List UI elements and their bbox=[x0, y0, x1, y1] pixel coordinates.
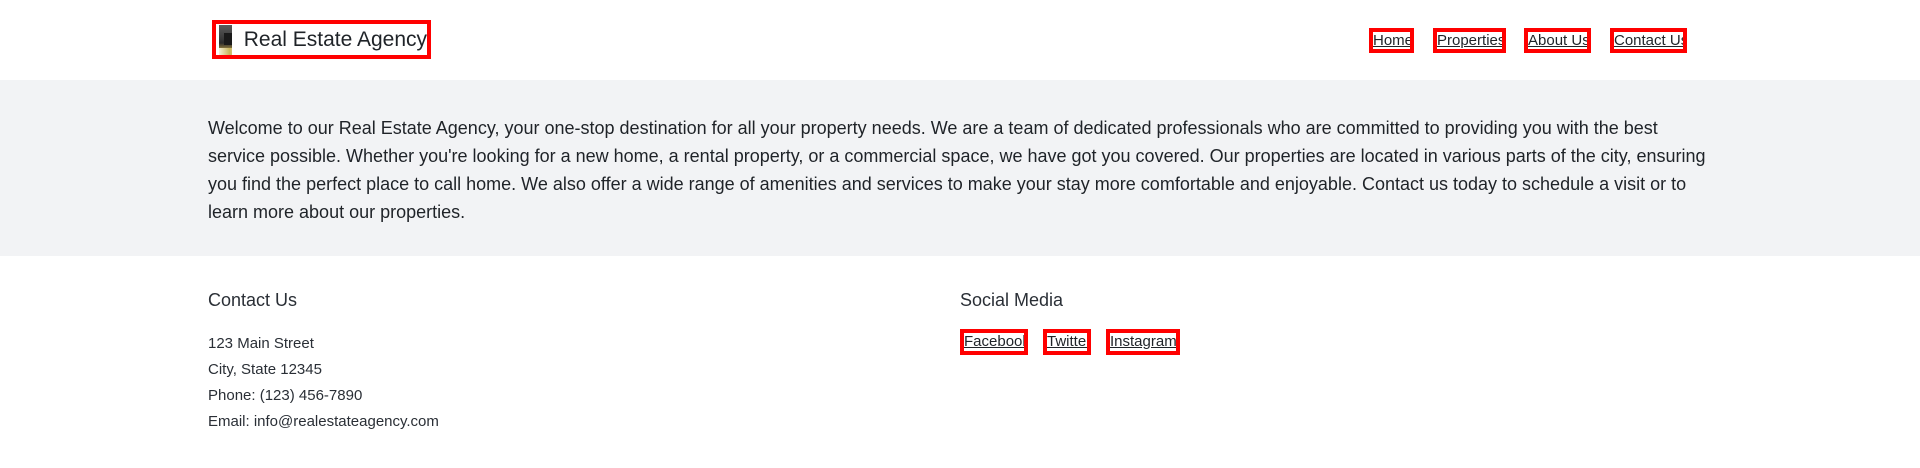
social-link-twitter[interactable]: Twitter bbox=[1043, 329, 1091, 355]
nav-link-properties[interactable]: Properties bbox=[1433, 28, 1506, 53]
contact-phone: Phone: (123) 456-7890 bbox=[208, 387, 363, 404]
social-link-facebook[interactable]: Facebook bbox=[960, 329, 1028, 355]
social-link-instagram[interactable]: Instagram bbox=[1106, 329, 1180, 355]
site-header: Real Estate Agency Home Properties About… bbox=[0, 0, 1920, 80]
house-photo-logo-icon bbox=[219, 24, 232, 55]
social-title: Social Media bbox=[960, 290, 1064, 310]
intro-text: Welcome to our Real Estate Agency, your … bbox=[208, 118, 1706, 222]
contact-email: Email: info@realestateagency.com bbox=[208, 413, 439, 430]
brand-name: Real Estate Agency bbox=[243, 27, 427, 51]
site-footer: Contact Us 123 Main Street City, State 1… bbox=[0, 256, 1920, 468]
intro-section: Welcome to our Real Estate Agency, your … bbox=[0, 80, 1920, 256]
contact-street: 123 Main Street bbox=[208, 335, 314, 352]
contact-title: Contact Us bbox=[208, 290, 298, 310]
nav-link-about-us[interactable]: About Us bbox=[1524, 28, 1591, 53]
contact-city: City, State 12345 bbox=[208, 361, 322, 378]
brand-link[interactable]: Real Estate Agency bbox=[212, 20, 431, 59]
nav-link-contact-us[interactable]: Contact Us bbox=[1610, 28, 1687, 53]
social-column: Social Media Facebook Twitter Instagram bbox=[960, 290, 1180, 355]
nav-link-home[interactable]: Home bbox=[1369, 28, 1414, 53]
contact-column: Contact Us 123 Main Street City, State 1… bbox=[208, 290, 439, 435]
main-nav: Home Properties About Us Contact Us bbox=[1369, 28, 1687, 53]
contact-details: 123 Main Street City, State 12345 Phone:… bbox=[208, 331, 439, 435]
social-links: Facebook Twitter Instagram bbox=[960, 329, 1180, 355]
